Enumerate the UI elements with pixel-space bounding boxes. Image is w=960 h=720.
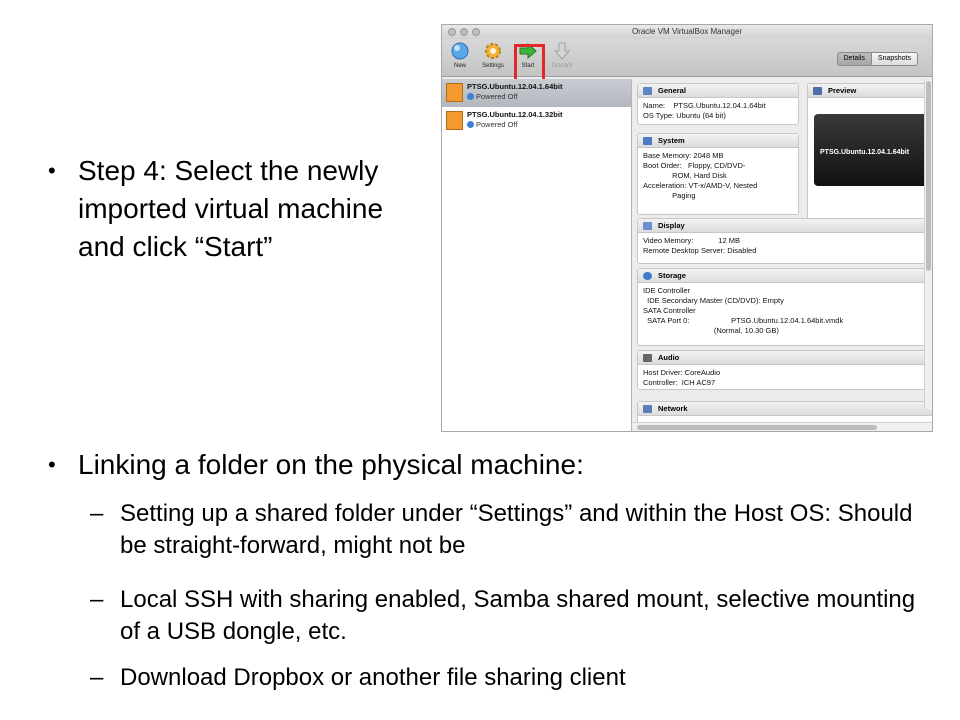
network-title: Network bbox=[658, 404, 688, 413]
system-title: System bbox=[658, 136, 685, 145]
discard-button[interactable]: Discard bbox=[546, 41, 578, 69]
sub-item-text: Download Dropbox or another file sharing… bbox=[120, 664, 626, 691]
window-title: Oracle VM VirtualBox Manager bbox=[631, 27, 743, 36]
general-title: General bbox=[658, 86, 686, 95]
display-icon bbox=[643, 222, 652, 230]
sub-item: – Download Dropbox or another file shari… bbox=[90, 662, 920, 694]
new-button[interactable]: New bbox=[444, 41, 476, 69]
virtualbox-window: Oracle VM VirtualBox Manager New Setting… bbox=[441, 24, 933, 432]
window-controls bbox=[448, 28, 480, 36]
vm-state-label: Powered Off bbox=[476, 92, 518, 101]
discard-label: Discard bbox=[551, 63, 573, 69]
display-title: Display bbox=[658, 221, 685, 230]
preview-section: Preview PTSG.Ubuntu.12.04.1.64bit bbox=[807, 83, 932, 221]
sub-item: – Setting up a shared folder under “Sett… bbox=[90, 498, 920, 562]
general-section: General Name: PTSG.Ubuntu.12.04.1.64bit … bbox=[637, 83, 799, 125]
settings-label: Settings bbox=[482, 63, 504, 69]
display-body: Video Memory: 12 MB Remote Desktop Serve… bbox=[643, 236, 757, 255]
step-4-bullet: • Step 4: Select the newly imported virt… bbox=[48, 152, 408, 266]
window-titlebar: Oracle VM VirtualBox Manager bbox=[442, 25, 932, 39]
storage-section: Storage IDE Controller IDE Secondary Mas… bbox=[637, 268, 932, 346]
vm-state-label: Powered Off bbox=[476, 120, 518, 129]
display-section: Display Video Memory: 12 MB Remote Deskt… bbox=[637, 218, 932, 264]
storage-body: IDE Controller IDE Secondary Master (CD/… bbox=[643, 286, 844, 335]
vm-list-item[interactable]: PTSG.Ubuntu.12.04.1.64bit Powered Off bbox=[442, 79, 631, 107]
sub-item-text: Local SSH with sharing enabled, Samba sh… bbox=[120, 586, 916, 645]
close-window-button[interactable] bbox=[448, 28, 456, 36]
bullet-dot: • bbox=[48, 158, 56, 183]
dash-glyph: – bbox=[90, 664, 104, 691]
audio-body: Host Driver: CoreAudio Controller: ICH A… bbox=[643, 368, 721, 387]
vm-state: Powered Off bbox=[467, 92, 631, 102]
system-body: Base Memory: 2048 MB Boot Order: Floppy,… bbox=[643, 151, 758, 200]
system-section: System Base Memory: 2048 MB Boot Order: … bbox=[637, 133, 799, 215]
zoom-window-button[interactable] bbox=[472, 28, 480, 36]
audio-header[interactable]: Audio bbox=[638, 351, 932, 365]
network-icon bbox=[643, 405, 652, 413]
snapshots-tab[interactable]: Snapshots bbox=[871, 53, 917, 65]
audio-section: Audio Host Driver: CoreAudio Controller:… bbox=[637, 350, 932, 390]
toolbar: New Settings Start Discard Details Snaps… bbox=[442, 39, 932, 85]
preview-title: Preview bbox=[828, 86, 857, 95]
storage-title: Storage bbox=[658, 271, 686, 280]
system-icon bbox=[643, 137, 652, 145]
ubuntu-os-icon bbox=[446, 83, 463, 102]
preview-header[interactable]: Preview bbox=[808, 84, 932, 98]
ubuntu-os-icon bbox=[446, 111, 463, 130]
display-header[interactable]: Display bbox=[638, 219, 932, 233]
preview-screen: PTSG.Ubuntu.12.04.1.64bit bbox=[814, 114, 932, 186]
details-pane: General Name: PTSG.Ubuntu.12.04.1.64bit … bbox=[633, 79, 932, 431]
powered-off-icon bbox=[467, 93, 474, 100]
bullet-dot: • bbox=[48, 452, 56, 477]
preview-screen-text: PTSG.Ubuntu.12.04.1.64bit bbox=[820, 149, 910, 156]
general-header[interactable]: General bbox=[638, 84, 798, 98]
linking-heading: Linking a folder on the physical machine… bbox=[78, 449, 584, 480]
linking-bullet: • Linking a folder on the physical machi… bbox=[48, 446, 938, 484]
storage-header[interactable]: Storage bbox=[638, 269, 932, 283]
settings-button[interactable]: Settings bbox=[477, 41, 509, 69]
general-icon bbox=[643, 87, 652, 95]
speaker-icon bbox=[643, 354, 652, 362]
preview-icon bbox=[813, 87, 822, 95]
sub-item-text: Setting up a shared folder under “Settin… bbox=[120, 500, 913, 559]
dash-glyph: – bbox=[90, 500, 104, 527]
details-tab[interactable]: Details bbox=[837, 53, 872, 65]
details-tab-label: Details bbox=[843, 55, 865, 62]
audio-title: Audio bbox=[658, 353, 680, 362]
vm-state: Powered Off bbox=[467, 120, 631, 130]
vertical-scroll-thumb[interactable] bbox=[926, 81, 931, 271]
vm-name: PTSG.Ubuntu.12.04.1.64bit bbox=[467, 82, 563, 91]
vertical-scrollbar[interactable] bbox=[924, 79, 932, 409]
network-header[interactable]: Network bbox=[638, 402, 932, 416]
minimize-window-button[interactable] bbox=[460, 28, 468, 36]
horizontal-scroll-thumb[interactable] bbox=[637, 425, 877, 430]
general-body: Name: PTSG.Ubuntu.12.04.1.64bit OS Type:… bbox=[643, 101, 766, 120]
vm-list-item[interactable]: PTSG.Ubuntu.12.04.1.32bit Powered Off bbox=[442, 107, 631, 135]
gear-icon bbox=[485, 43, 501, 59]
system-header[interactable]: System bbox=[638, 134, 798, 148]
vm-name: PTSG.Ubuntu.12.04.1.32bit bbox=[467, 110, 563, 119]
powered-off-icon bbox=[467, 121, 474, 128]
vm-list: PTSG.Ubuntu.12.04.1.64bit Powered Off PT… bbox=[442, 79, 632, 431]
new-label: New bbox=[453, 63, 466, 69]
sub-item: – Local SSH with sharing enabled, Samba … bbox=[90, 584, 920, 648]
new-icon bbox=[451, 42, 469, 60]
discard-arrow-icon bbox=[553, 42, 571, 60]
dash-glyph: – bbox=[90, 586, 104, 613]
horizontal-scrollbar[interactable] bbox=[633, 422, 932, 431]
step-text: Step 4: Select the newly imported virtua… bbox=[78, 155, 384, 262]
storage-icon bbox=[643, 272, 652, 280]
snapshots-tab-label: Snapshots bbox=[877, 55, 911, 62]
view-toggle: Details Snapshots bbox=[836, 52, 918, 66]
